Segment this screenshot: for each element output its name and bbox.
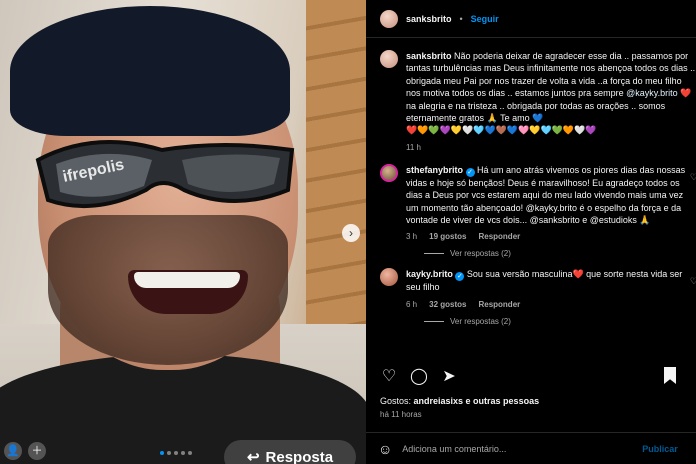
comment-bubble-icon[interactable]: ◯ — [410, 366, 428, 386]
comment-item: sthefanybrito ✓ Há um ano atrás vivemos … — [380, 163, 696, 241]
share-send-icon[interactable]: ➤ — [440, 366, 458, 386]
photo-cap — [10, 6, 290, 136]
carousel-next-button[interactable]: › — [342, 224, 360, 242]
comment-likes[interactable]: 19 gostos — [429, 232, 466, 241]
caption: sanksbrito Não poderia deixar de agradec… — [380, 50, 696, 152]
comment-time: 6 h — [406, 299, 418, 309]
verified-badge-icon: ✓ — [455, 272, 465, 282]
save-bookmark-icon[interactable] — [664, 367, 676, 384]
view-replies[interactable]: Ver respostas (2) — [424, 317, 696, 326]
post-actions: ♡ ◯ ➤ Gostos: andreiasixs e outras pesso… — [366, 362, 696, 419]
likes-summary: Gostos: andreiasixs e outras pessoas — [380, 396, 682, 406]
comment-input[interactable] — [402, 443, 633, 454]
background-wall — [306, 0, 366, 340]
avatar[interactable] — [380, 268, 398, 287]
view-replies[interactable]: Ver respostas (2) — [424, 249, 696, 258]
caption-meta: 11 h — [406, 143, 696, 152]
emoji-icon[interactable]: ☺ — [378, 441, 392, 457]
caption-username[interactable]: sanksbrito — [406, 51, 452, 61]
add-comment-bar: ☺ Publicar — [366, 432, 696, 464]
view-replies-label: Ver respostas (2) — [450, 249, 511, 259]
comment-text: kayky.brito ✓ Sou sua versão masculina❤️… — [406, 268, 696, 293]
like-comment-heart-icon[interactable]: ♡ — [690, 172, 696, 183]
carousel-dot — [181, 451, 185, 455]
tag-icon[interactable]: ＋ — [28, 442, 46, 460]
post-photo: ifrepolis › 👤 ＋ ↩ Resposta — [0, 0, 366, 464]
replies-line — [424, 320, 444, 322]
carousel-dot — [167, 451, 171, 455]
comments-panel: sanksbrito • Seguir sanksbrito Não poder… — [366, 0, 696, 464]
comment-time: 3 h — [406, 232, 418, 242]
follow-button[interactable]: Seguir — [471, 14, 499, 24]
carousel-dot — [188, 451, 192, 455]
comment-username[interactable]: sthefanybrito — [406, 165, 463, 175]
photo-overlay-icons: 👤 ＋ — [4, 442, 46, 460]
reply-arrow-icon: ↩ — [246, 449, 260, 464]
likes-prefix: Gostos: — [380, 396, 414, 406]
avatar[interactable] — [380, 9, 398, 28]
caption-time: 11 h — [406, 142, 421, 152]
view-replies-label: Ver respostas (2) — [450, 316, 511, 326]
reply-label: Resposta — [265, 448, 334, 464]
replies-line — [424, 253, 444, 255]
publish-button[interactable]: Publicar — [642, 444, 678, 454]
comment-reply-button[interactable]: Responder — [478, 300, 520, 309]
caption-hearts: ❤️🧡💚💜💛🤍🩵💙🤎💙🩷💛🩵💚🧡🤍💜 — [406, 125, 597, 136]
comment-text: sthefanybrito ✓ Há um ano atrás vivemos … — [406, 164, 696, 227]
like-heart-icon[interactable]: ♡ — [380, 366, 398, 386]
caption-mention[interactable]: @kayky.brito — [626, 88, 677, 98]
post-time: há 11 horas — [380, 410, 422, 419]
avatar[interactable] — [380, 163, 398, 182]
verified-badge-icon: ✓ — [465, 167, 475, 177]
action-bar: ♡ ◯ ➤ — [380, 362, 682, 390]
photo-teeth — [134, 272, 240, 288]
comment-reply-button[interactable]: Responder — [478, 232, 520, 241]
comment-meta: 3 h 19 gostos Responder — [406, 232, 696, 241]
comments-scroll[interactable]: sanksbrito Não poderia deixar de agradec… — [366, 38, 696, 356]
comment-likes[interactable]: 32 gostos — [429, 300, 466, 309]
photo-sunglasses: ifrepolis — [35, 140, 295, 209]
carousel-dot-active — [160, 451, 164, 455]
comment-username[interactable]: kayky.brito — [406, 269, 453, 279]
comment-item: kayky.brito ✓ Sou sua versão masculina❤️… — [380, 268, 696, 309]
caption-text: sanksbrito Não poderia deixar de agradec… — [406, 50, 696, 137]
author-username[interactable]: sanksbrito — [406, 14, 452, 24]
post-header: sanksbrito • Seguir — [366, 0, 696, 38]
avatar[interactable] — [380, 50, 398, 68]
header-separator: • — [459, 13, 463, 24]
likes-names[interactable]: andreiasixs e outras pessoas — [414, 396, 540, 406]
reply-button[interactable]: ↩ Resposta — [224, 440, 356, 464]
like-comment-heart-icon[interactable]: ♡ — [690, 276, 696, 287]
carousel-dot — [174, 451, 178, 455]
user-icon[interactable]: 👤 — [4, 442, 22, 460]
carousel-dots — [160, 451, 192, 455]
comment-meta: 6 h 32 gostos Responder — [406, 300, 696, 309]
